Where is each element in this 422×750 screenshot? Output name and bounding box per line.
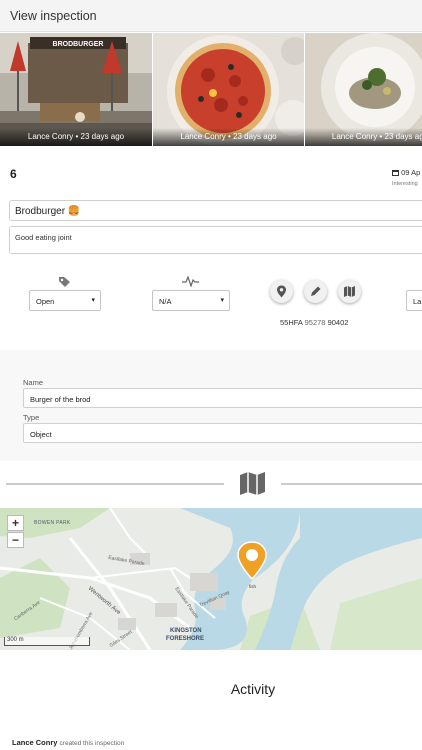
name-input[interactable]: Burger of the brod xyxy=(23,388,422,408)
type-input[interactable]: Object xyxy=(23,423,422,443)
map-scale: 300 m xyxy=(4,637,90,646)
photo-caption: Lance Conry • 23 days ago xyxy=(153,128,304,146)
type-label: Type xyxy=(23,413,40,422)
chevron-down-icon: ▾ xyxy=(91,297,95,304)
gallery-photo[interactable]: Lance Conry • 23 days ago xyxy=(305,33,422,146)
marker-label: fish xyxy=(249,584,257,589)
gallery-photo[interactable]: BRODBURGER Lance Conry • 23 days ago xyxy=(0,33,152,146)
extra-value: La xyxy=(413,297,422,306)
map-button[interactable] xyxy=(338,280,361,303)
calendar-icon xyxy=(392,170,399,176)
zoom-in-button[interactable]: + xyxy=(7,515,24,531)
grid-ref-zone: 55HFA xyxy=(280,318,303,327)
location-button[interactable] xyxy=(270,280,293,303)
activity-heading: Activity xyxy=(230,681,276,697)
edit-button[interactable] xyxy=(304,280,327,303)
heartbeat-icon xyxy=(182,276,199,287)
status-value: Open xyxy=(36,297,55,306)
photo-gallery[interactable]: BRODBURGER Lance Conry • 23 days ago Lan… xyxy=(0,33,422,146)
extra-select[interactable]: La xyxy=(406,290,422,311)
map-label: FORESHORE xyxy=(166,636,205,642)
inspection-date: 09 Ap xyxy=(392,168,420,177)
map-pin-icon xyxy=(277,285,286,298)
date-text: 09 Ap xyxy=(401,168,421,177)
map-icon xyxy=(344,286,355,297)
tag-icon xyxy=(59,277,70,287)
divider xyxy=(6,483,224,485)
divider xyxy=(281,483,422,485)
map-tiles xyxy=(0,508,422,650)
app-header: View inspection xyxy=(0,0,422,32)
activity-entry: Lance Conry created this inspection xyxy=(12,738,124,747)
photo-caption: Lance Conry • 23 days ago xyxy=(305,128,422,146)
inspection-name-field[interactable]: Brodburger 🍔 xyxy=(9,200,422,221)
health-select[interactable]: N/A ▾ xyxy=(152,290,230,311)
inspection-number: 6 xyxy=(10,167,17,181)
page-title: View inspection xyxy=(10,9,97,23)
name-label: Name xyxy=(23,378,44,387)
grid-reference: 55HFA 95278 90402 xyxy=(280,318,348,327)
activity-user[interactable]: Lance Conry xyxy=(12,738,57,747)
sign-text: BRODBURGER xyxy=(53,41,104,48)
map-label: BOWEN PARK xyxy=(34,520,71,526)
map-marker-icon[interactable] xyxy=(236,541,268,581)
health-value: N/A xyxy=(159,297,172,306)
inspection-note-field[interactable]: Good eating joint xyxy=(9,226,422,254)
activity-action: created this inspection xyxy=(59,740,125,747)
zoom-out-button[interactable]: − xyxy=(7,532,24,548)
location-map[interactable]: BOWEN PARK Eastlake Parade Wentworth Ave… xyxy=(0,508,422,650)
map-icon xyxy=(240,472,265,495)
grid-ref-northing: 90402 xyxy=(327,318,349,327)
map-label: KINGSTON xyxy=(170,628,202,634)
date-subtext: Interesting xyxy=(392,181,418,187)
status-select[interactable]: Open ▾ xyxy=(29,290,101,311)
photo-caption: Lance Conry • 23 days ago xyxy=(0,128,152,146)
chevron-down-icon: ▾ xyxy=(220,297,224,304)
pencil-icon xyxy=(311,286,321,296)
grid-ref-easting: 95278 xyxy=(304,318,326,327)
gallery-photo[interactable]: Lance Conry • 23 days ago xyxy=(153,33,304,146)
